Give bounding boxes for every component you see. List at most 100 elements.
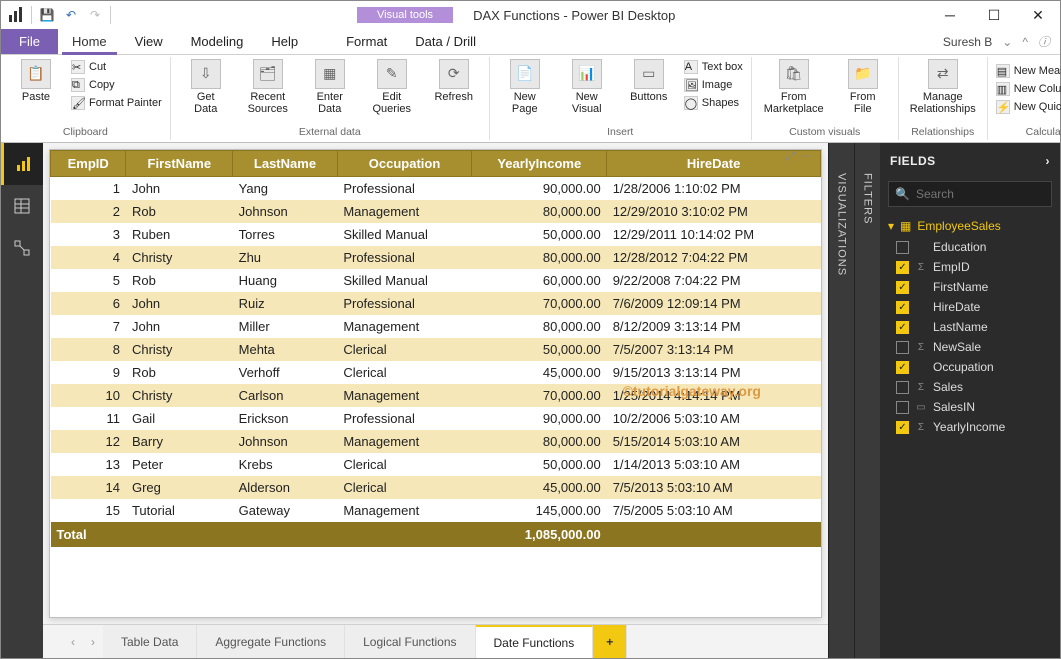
field-checkbox[interactable]: ✓: [896, 281, 909, 294]
field-row[interactable]: ▭SalesIN: [880, 397, 1060, 417]
copy-button[interactable]: ⧉Copy: [69, 77, 164, 93]
tab-view[interactable]: View: [121, 29, 177, 54]
cut-button[interactable]: ✂Cut: [69, 59, 164, 75]
column-header[interactable]: EmpID: [51, 151, 126, 177]
fields-search[interactable]: 🔍: [888, 181, 1052, 207]
add-page-button[interactable]: +: [593, 625, 627, 658]
field-row[interactable]: ✓LastName: [880, 317, 1060, 337]
table-visual[interactable]: ⤢ ⋯ EmpIDFirstNameLastNameOccupationYear…: [49, 149, 822, 618]
visual-focus-icon[interactable]: ⤢: [785, 149, 795, 164]
tab-home[interactable]: Home: [58, 29, 121, 54]
new-measure-button[interactable]: ▤New Measure: [994, 63, 1061, 79]
from-file-button[interactable]: 📁From File: [834, 59, 892, 115]
format-painter-button[interactable]: 🖌Format Painter: [69, 95, 164, 111]
visual-more-icon[interactable]: ⋯: [801, 149, 813, 164]
rail-model-view[interactable]: [1, 227, 43, 269]
field-checkbox[interactable]: ✓: [896, 421, 909, 434]
refresh-button[interactable]: ⟳Refresh: [425, 59, 483, 103]
text-box-button[interactable]: AText box: [682, 59, 745, 75]
undo-icon[interactable]: ↶: [60, 4, 82, 26]
edit-queries-button[interactable]: ✎Edit Queries: [363, 59, 421, 115]
help-icon[interactable]: ⓘ: [1038, 33, 1050, 50]
field-checkbox[interactable]: [896, 401, 909, 414]
field-row[interactable]: ✓ΣEmpID: [880, 257, 1060, 277]
table-row[interactable]: 14GregAldersonClerical45,000.007/5/2013 …: [51, 476, 821, 499]
user-name[interactable]: Suresh B: [943, 35, 992, 49]
page-tab[interactable]: Date Functions: [476, 625, 594, 658]
table-row[interactable]: 9RobVerhoffClerical45,000.009/15/2013 3:…: [51, 361, 821, 384]
column-header[interactable]: YearlyIncome: [472, 151, 607, 177]
field-row[interactable]: ✓FirstName: [880, 277, 1060, 297]
tab-format[interactable]: Format: [332, 29, 401, 54]
table-row[interactable]: 6JohnRuizProfessional70,000.007/6/2009 1…: [51, 292, 821, 315]
field-row[interactable]: ΣSales: [880, 377, 1060, 397]
table-row[interactable]: 11GailEricksonProfessional90,000.0010/2/…: [51, 407, 821, 430]
recent-sources-button[interactable]: 🗂Recent Sources: [239, 59, 297, 115]
table-row[interactable]: 4ChristyZhuProfessional80,000.0012/28/20…: [51, 246, 821, 269]
page-tab[interactable]: Table Data: [103, 625, 197, 658]
report-canvas[interactable]: ⤢ ⋯ EmpIDFirstNameLastNameOccupationYear…: [43, 143, 828, 624]
field-name: Occupation: [933, 360, 994, 374]
tab-file[interactable]: File: [1, 29, 58, 54]
close-icon[interactable]: ✕: [1016, 1, 1060, 29]
search-input[interactable]: [916, 187, 1061, 201]
minimize-icon[interactable]: ─: [928, 1, 972, 29]
table-row[interactable]: 13PeterKrebsClerical50,000.001/14/2013 5…: [51, 453, 821, 476]
table-node-employeesales[interactable]: ▾ ▦ EmployeeSales: [880, 215, 1060, 237]
enter-data-button[interactable]: ▦Enter Data: [301, 59, 359, 115]
new-visual-button[interactable]: 📊New Visual: [558, 59, 616, 115]
field-row[interactable]: ✓ΣYearlyIncome: [880, 417, 1060, 437]
page-next-icon[interactable]: ›: [83, 625, 103, 658]
field-checkbox[interactable]: ✓: [896, 321, 909, 334]
table-row[interactable]: 15TutorialGatewayManagement145,000.007/5…: [51, 499, 821, 522]
column-header[interactable]: LastName: [233, 151, 338, 177]
maximize-icon[interactable]: ☐: [972, 1, 1016, 29]
field-checkbox[interactable]: ✓: [896, 261, 909, 274]
table-row[interactable]: 12BarryJohnsonManagement80,000.005/15/20…: [51, 430, 821, 453]
page-tab[interactable]: Logical Functions: [345, 625, 475, 658]
save-icon[interactable]: 💾: [36, 4, 58, 26]
table-row[interactable]: 1JohnYangProfessional90,000.001/28/2006 …: [51, 177, 821, 201]
fields-collapse-icon[interactable]: ›: [1046, 154, 1051, 168]
filters-panel-collapsed[interactable]: FILTERS: [854, 143, 880, 658]
field-checkbox[interactable]: ✓: [896, 361, 909, 374]
cell: 10/2/2006 5:03:10 AM: [607, 407, 821, 430]
field-checkbox[interactable]: [896, 241, 909, 254]
from-marketplace-button[interactable]: 🛍From Marketplace: [758, 59, 830, 115]
user-caret-icon[interactable]: ⌄: [1002, 35, 1012, 49]
rail-report-view[interactable]: [1, 143, 43, 185]
tab-modeling[interactable]: Modeling: [177, 29, 258, 54]
buttons-button[interactable]: ▭Buttons: [620, 59, 678, 103]
shapes-button[interactable]: ◯Shapes: [682, 95, 745, 111]
page-tab[interactable]: Aggregate Functions: [197, 625, 345, 658]
paste-button[interactable]: 📋Paste: [7, 59, 65, 103]
new-quick-measure-button[interactable]: ⚡New Quick Measure: [994, 99, 1061, 115]
field-checkbox[interactable]: [896, 381, 909, 394]
ribbon-collapse-icon[interactable]: ^: [1022, 35, 1028, 49]
cell: Krebs: [233, 453, 338, 476]
tab-data-drill[interactable]: Data / Drill: [401, 29, 490, 54]
get-data-button[interactable]: ⇩Get Data: [177, 59, 235, 115]
image-button[interactable]: 🖼Image: [682, 77, 745, 93]
new-column-button[interactable]: ▥New Column: [994, 81, 1061, 97]
table-row[interactable]: 5RobHuangSkilled Manual60,000.009/22/200…: [51, 269, 821, 292]
table-row[interactable]: 8ChristyMehtaClerical50,000.007/5/2007 3…: [51, 338, 821, 361]
column-header[interactable]: FirstName: [126, 151, 233, 177]
field-checkbox[interactable]: ✓: [896, 301, 909, 314]
field-row[interactable]: Education: [880, 237, 1060, 257]
field-row[interactable]: ✓ Occupation: [880, 357, 1060, 377]
visualizations-panel-collapsed[interactable]: VISUALIZATIONS: [828, 143, 854, 658]
field-row[interactable]: ✓HireDate: [880, 297, 1060, 317]
field-checkbox[interactable]: [896, 341, 909, 354]
column-header[interactable]: Occupation: [337, 151, 472, 177]
rail-data-view[interactable]: [1, 185, 43, 227]
table-row[interactable]: 3RubenTorresSkilled Manual50,000.0012/29…: [51, 223, 821, 246]
table-row[interactable]: 2RobJohnsonManagement80,000.0012/29/2010…: [51, 200, 821, 223]
redo-icon[interactable]: ↷: [84, 4, 106, 26]
field-row[interactable]: ΣNewSale: [880, 337, 1060, 357]
tab-help[interactable]: Help: [257, 29, 312, 54]
new-page-button[interactable]: 📄New Page: [496, 59, 554, 115]
page-prev-icon[interactable]: ‹: [63, 625, 83, 658]
manage-relationships-button[interactable]: ⇄Manage Relationships: [905, 59, 981, 115]
table-row[interactable]: 7JohnMillerManagement80,000.008/12/2009 …: [51, 315, 821, 338]
